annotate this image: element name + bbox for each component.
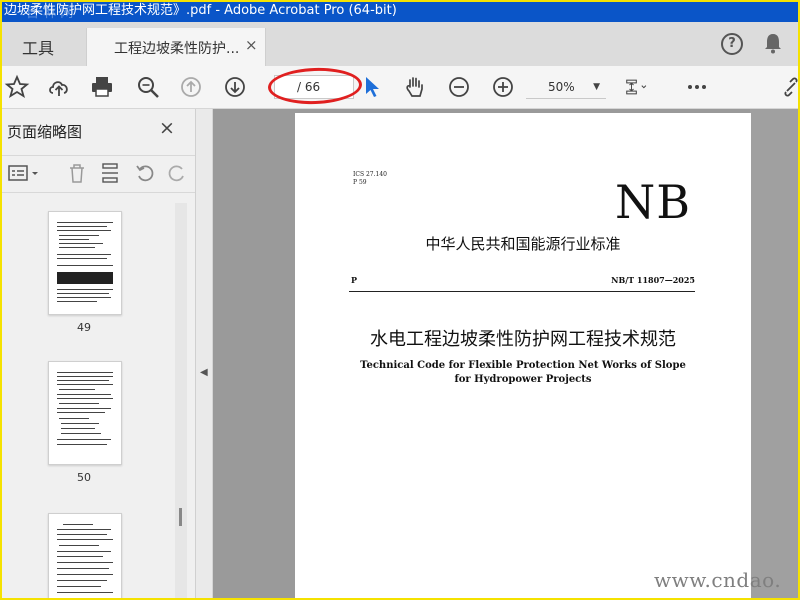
viewer-scrollbar[interactable] bbox=[750, 109, 800, 600]
header-rule bbox=[349, 291, 695, 292]
options-menu-icon[interactable] bbox=[7, 162, 41, 184]
thumbnail-scrollbar[interactable] bbox=[175, 203, 187, 600]
standard-number: NB/T 11807—2025 bbox=[611, 275, 695, 285]
thumbnail-page-51[interactable] bbox=[48, 513, 122, 600]
main-toolbar: / 66 50% ▼ bbox=[0, 66, 800, 109]
insert-page-icon[interactable] bbox=[99, 162, 121, 184]
scrollbar-thumb[interactable] bbox=[179, 508, 182, 526]
select-cursor-icon[interactable] bbox=[360, 74, 386, 100]
tab-document-label: 工程边坡柔性防护... bbox=[114, 41, 240, 57]
ics-code: ICS 27.140 P 59 bbox=[353, 171, 387, 186]
zoom-search-icon[interactable] bbox=[135, 74, 161, 100]
corner-watermark: 百 林 网 bbox=[26, 6, 74, 21]
document-page: ICS 27.140 P 59 NB 中华人民共和国能源行业标准 P NB/T … bbox=[295, 113, 751, 600]
issuing-organization: 中华人民共和国能源行业标准 bbox=[425, 235, 621, 253]
tab-tools[interactable]: 工具 bbox=[22, 35, 54, 59]
cloud-upload-icon[interactable] bbox=[46, 74, 72, 100]
collapse-arrow-icon[interactable]: ◀ bbox=[200, 367, 208, 378]
zoom-value: 50% bbox=[548, 80, 575, 94]
p-label: P bbox=[351, 275, 358, 285]
panel-close-icon[interactable]: × bbox=[159, 117, 175, 139]
trash-icon[interactable] bbox=[66, 162, 88, 184]
tab-bar: 工具 工程边坡柔性防护... × bbox=[0, 22, 800, 66]
help-icon[interactable]: ? bbox=[721, 33, 743, 55]
zoom-in-icon[interactable] bbox=[490, 74, 516, 100]
thumbnail-page-50[interactable] bbox=[48, 361, 122, 465]
window-titlebar: 边坡柔性防护网工程技术规范》.pdf - Adobe Acrobat Pro (… bbox=[0, 0, 800, 22]
page-up-icon[interactable] bbox=[178, 74, 204, 100]
thumbnail-page-number: 49 bbox=[77, 321, 91, 334]
zoom-out-icon[interactable] bbox=[446, 74, 472, 100]
print-icon[interactable] bbox=[89, 74, 115, 100]
rotate-right-icon[interactable] bbox=[166, 162, 188, 184]
site-watermark: www.cndao. bbox=[654, 568, 782, 592]
thumbnail-toolbar bbox=[0, 155, 195, 193]
panel-splitter[interactable]: ◀ bbox=[196, 109, 213, 600]
more-icon[interactable] bbox=[684, 74, 710, 100]
chevron-down-icon: ▼ bbox=[593, 82, 600, 92]
document-title-en: Technical Code for Flexible Protection N… bbox=[360, 360, 686, 385]
tab-document[interactable]: 工程边坡柔性防护... × bbox=[86, 28, 266, 66]
link-icon[interactable] bbox=[778, 74, 798, 100]
panel-title: 页面缩略图 bbox=[7, 123, 83, 141]
document-viewer[interactable]: ICS 27.140 P 59 NB 中华人民共和国能源行业标准 P NB/T … bbox=[213, 109, 800, 600]
tab-close-icon[interactable]: × bbox=[245, 36, 258, 54]
standard-logo: NB bbox=[615, 175, 692, 229]
star-icon[interactable] bbox=[4, 74, 30, 100]
page-down-icon[interactable] bbox=[222, 74, 248, 100]
page-thumbnails-panel: 页面缩略图 × 49 50 bbox=[0, 109, 196, 600]
thumbnail-list: 49 50 bbox=[0, 203, 175, 600]
bell-icon[interactable] bbox=[763, 32, 783, 54]
thumbnail-page-number: 50 bbox=[77, 471, 91, 484]
red-highlight-ellipse bbox=[267, 66, 363, 106]
rotate-left-icon[interactable] bbox=[134, 162, 156, 184]
document-title-cn: 水电工程边坡柔性防护网工程技术规范 bbox=[370, 329, 676, 350]
hand-icon[interactable] bbox=[402, 74, 428, 100]
thumbnail-page-49[interactable] bbox=[48, 211, 122, 315]
zoom-level-select[interactable]: 50% ▼ bbox=[526, 75, 606, 99]
fit-page-icon[interactable] bbox=[624, 74, 662, 100]
